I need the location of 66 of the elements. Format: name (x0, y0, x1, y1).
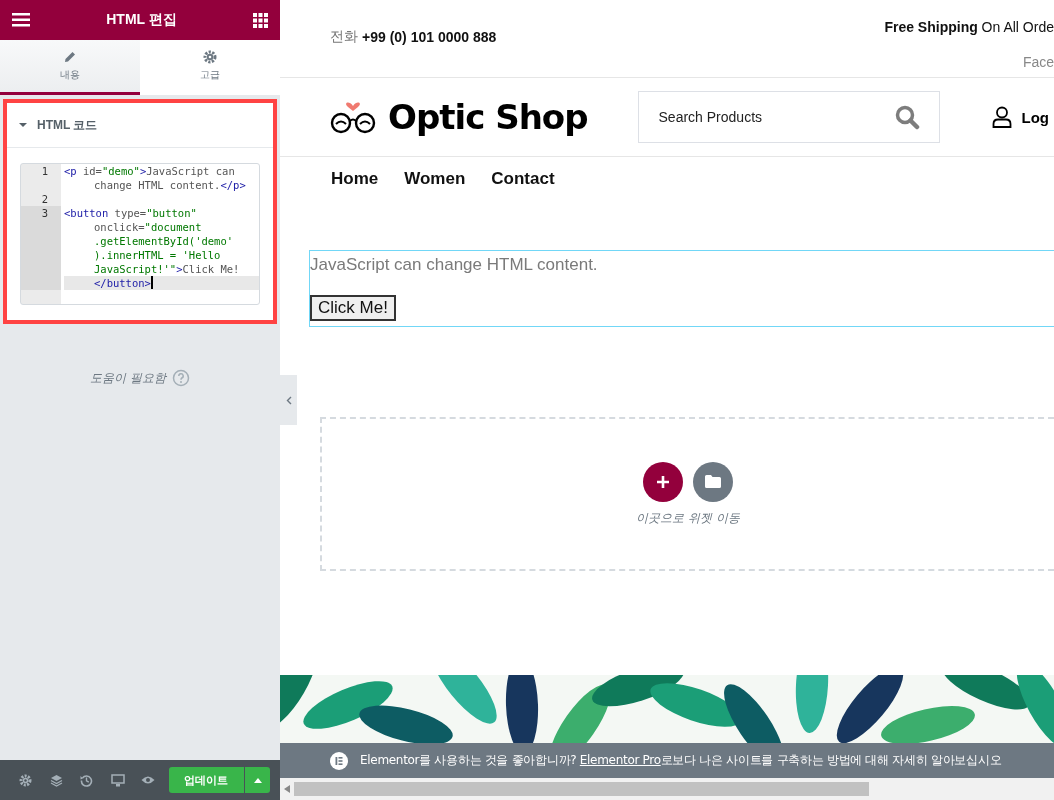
layers-icon[interactable] (49, 773, 63, 787)
code-token: "document (144, 221, 202, 233)
nav-link[interactable]: Contact (491, 168, 555, 189)
demo-paragraph: JavaScript can change HTML content. (310, 255, 599, 275)
code-token: change HTML content. (94, 179, 221, 191)
code-token: ).innerHTML = 'Hello (94, 249, 221, 261)
search-icon[interactable] (893, 104, 920, 130)
settings-icon[interactable] (18, 773, 32, 787)
code-token: </p> (220, 179, 246, 191)
code-token: id= (81, 165, 102, 177)
eye-icon[interactable] (141, 775, 156, 785)
folder-icon (705, 475, 721, 488)
phone-number: +99 (0) 101 0000 888 (362, 28, 497, 45)
text-cursor (150, 276, 153, 289)
code-token: > (139, 165, 147, 177)
shipping-text: Free Shipping On All Orde (884, 19, 1054, 35)
user-icon[interactable] (991, 106, 1012, 128)
panel-title: HTML 편집 (106, 11, 177, 29)
notice-link[interactable]: Elementor Pro (579, 753, 661, 767)
code-token: onclick= (94, 221, 145, 233)
update-options-button[interactable] (245, 767, 270, 793)
code-token: <button (64, 207, 109, 219)
grid-icon[interactable] (253, 12, 268, 28)
logo-text[interactable]: Optic Shop (388, 97, 588, 137)
caret-icon (19, 121, 27, 129)
login-link[interactable]: Log (1021, 108, 1050, 126)
glasses-logo-icon (330, 100, 376, 134)
plus-icon (656, 474, 670, 489)
template-button[interactable] (693, 461, 733, 502)
scroll-left-icon[interactable] (284, 785, 290, 793)
code-token: JavaScript!'" (94, 263, 177, 275)
nav-link[interactable]: Women (404, 168, 466, 189)
social-link[interactable]: Face (1022, 54, 1054, 70)
section-header[interactable]: HTML 코드 (7, 103, 273, 148)
desktop-icon[interactable] (110, 773, 125, 787)
drop-hint: 이곳으로 위젯 이동 (636, 509, 740, 527)
history-icon[interactable] (80, 773, 94, 787)
code-editor[interactable]: 1 <p id="demo">JavaScript can change HTML content.</p> 2 3 <button type="button" onclick="document .getElementById('demo' ).innerHTML = 'Hello JavaScript!'">Click Me! </button> (20, 163, 260, 305)
notice-text: Elementor를 사용하는 것을 좋아합니까? Elementor Pro로보다 나은 사이트를 구축하는 방법에 대해 자세히 알아보십시오 (360, 752, 1002, 769)
line-number: 1 (40, 164, 49, 179)
menu-icon[interactable] (12, 13, 30, 27)
code-token: "button" (146, 207, 197, 219)
line-number: 2 (40, 192, 49, 206)
help-link[interactable]: 도움이 필요함 (90, 369, 166, 387)
code-token: .getElementById('demo' (94, 235, 234, 247)
code-token: </button> (94, 277, 151, 289)
phone-label: 전화 (330, 27, 358, 46)
line-number: 3 (21, 206, 61, 290)
panel-tab[interactable]: 내용 (0, 40, 140, 95)
html-widget[interactable]: JavaScript can change HTML content. Click Me! (309, 250, 1054, 327)
code-token: <p (64, 165, 77, 177)
code-token: > (176, 263, 183, 275)
add-section-button[interactable] (643, 461, 683, 502)
nav-link[interactable]: Home (331, 168, 379, 189)
chevron-left-icon (285, 395, 292, 405)
code-token: "demo" (101, 165, 140, 177)
horizontal-scrollbar[interactable] (280, 778, 1054, 800)
click-me-button[interactable]: Click Me! (310, 295, 396, 321)
pencil-icon (63, 50, 77, 64)
search-field[interactable]: Search Products (637, 91, 940, 143)
gear-icon (203, 50, 217, 64)
elementor-logo-icon (330, 751, 348, 770)
caret-icon (253, 777, 262, 783)
code-token: Click Me! (182, 263, 240, 275)
code-token: JavaScript can (146, 165, 235, 177)
code-token: type= (113, 207, 147, 219)
